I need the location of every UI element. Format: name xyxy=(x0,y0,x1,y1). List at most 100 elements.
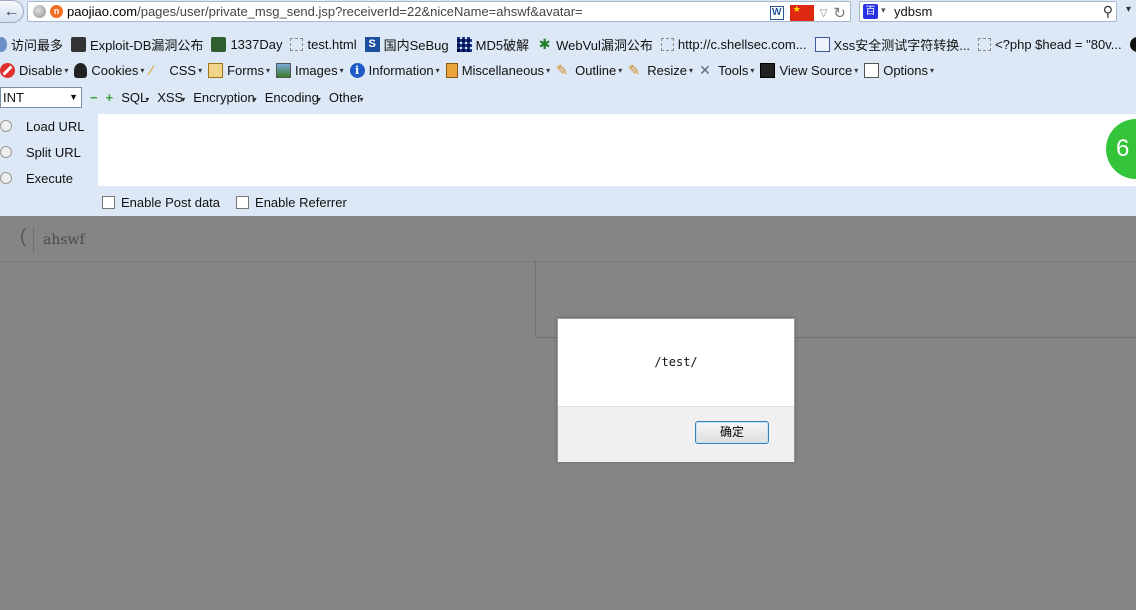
wd-forms-menu[interactable]: Forms ▾ xyxy=(208,62,270,78)
site-favicon-icon: n xyxy=(50,5,63,18)
wd-cookies-menu[interactable]: Cookies ▾ xyxy=(74,62,145,78)
alert-message: /test/ xyxy=(654,355,698,369)
hackbar-encryption-menu[interactable]: Encryption▾ xyxy=(193,90,256,105)
browser-chrome: ← n paojiao.com/pages/user/private_msg_s… xyxy=(0,0,1136,216)
checkbox-box[interactable] xyxy=(102,195,115,209)
search-input[interactable]: ydbsm xyxy=(894,4,932,19)
bookmarks-toolbar: 访问最多 Exploit-DB漏洞公布 1337Day test.html S国… xyxy=(0,31,1136,57)
execute-button[interactable]: Execute xyxy=(0,166,98,190)
enable-referrer-checkbox[interactable]: Enable Referrer xyxy=(236,195,347,210)
decrease-icon[interactable]: − xyxy=(90,90,98,105)
hackbar-options: Enable Post data Enable Referrer xyxy=(0,188,1136,216)
url-dropdown-icon[interactable]: ▽ xyxy=(820,8,828,19)
hackbar-sql-menu[interactable]: SQL▾ xyxy=(121,90,149,105)
bookmark-label: <?php $head = "80v... xyxy=(995,36,1122,52)
url-field[interactable]: n paojiao.com/pages/user/private_msg_sen… xyxy=(27,1,851,22)
chevron-down-icon: ▾ xyxy=(854,65,859,75)
chevron-down-icon: ▾ xyxy=(252,94,257,104)
wd-css-menu[interactable]: ⁄ CSS ▾ xyxy=(150,61,202,78)
hackbar-panel: Load URL Split URL Execute 6 xyxy=(0,114,1136,186)
wd-tools-menu[interactable]: ✕ Tools ▾ xyxy=(699,61,755,78)
bookmark-label: 1337Day xyxy=(230,36,283,52)
url-text[interactable]: paojiao.com/pages/user/private_msg_send.… xyxy=(67,4,583,19)
ok-button[interactable]: 确定 xyxy=(695,421,769,444)
forms-clipboard-icon xyxy=(208,62,224,78)
back-arrow-icon: ← xyxy=(3,2,20,20)
country-flag-icon[interactable] xyxy=(789,4,814,21)
enable-post-checkbox[interactable]: Enable Post data xyxy=(102,195,220,210)
wd-information-menu[interactable]: i Information ▾ xyxy=(349,62,440,78)
chevron-down-icon: ▾ xyxy=(140,65,145,75)
menu-label: Encryption xyxy=(193,89,255,105)
toolbar-overflow-icon[interactable]: ▾ xyxy=(1126,4,1131,15)
reload-icon[interactable]: ↻ xyxy=(833,4,846,22)
menu-label: Cookies xyxy=(91,62,139,78)
disable-icon xyxy=(0,62,15,78)
chevron-down-icon: ▾ xyxy=(316,94,321,104)
hackbar-encoding-menu[interactable]: Encoding▾ xyxy=(265,90,321,105)
wd-options-menu[interactable]: Options ▾ xyxy=(864,62,935,78)
hackbar-other-menu[interactable]: Other▾ xyxy=(329,90,364,105)
addon-w-icon[interactable]: W xyxy=(769,6,784,20)
menu-label: Tools xyxy=(718,62,749,78)
chevron-down-icon: ▾ xyxy=(339,65,344,75)
checkbox-label: Enable Referrer xyxy=(255,194,347,210)
menu-label: View Source xyxy=(779,62,853,78)
misc-book-icon xyxy=(445,62,458,78)
search-field[interactable]: 百 ▾ ydbsm ⚲ xyxy=(859,1,1117,22)
menu-label: Other xyxy=(328,89,362,105)
css-wand-icon: ⁄ xyxy=(150,61,153,78)
bookmark-label: test.html xyxy=(307,36,357,52)
bookmark-label: WebVul漏洞公布 xyxy=(556,37,653,53)
load-url-icon xyxy=(0,120,12,132)
bookmark-xss-converter[interactable]: Xss安全测试字符转换... xyxy=(814,35,970,54)
bookmark-most-visited[interactable]: 访问最多 xyxy=(0,35,63,54)
bookmark-md5[interactable]: MD5破解 xyxy=(456,35,529,54)
chevron-down-icon: ▾ xyxy=(618,65,623,75)
menu-label: Information xyxy=(368,62,434,78)
chevron-down-icon: ▾ xyxy=(930,65,935,75)
green-badge[interactable]: 6 xyxy=(1106,119,1136,179)
hackbar-xss-menu[interactable]: XSS▾ xyxy=(157,90,185,105)
bug-icon: ✱ xyxy=(538,35,551,52)
checkbox-box[interactable] xyxy=(236,195,250,209)
bookmark-php-head[interactable]: <?php $head = "80v... xyxy=(978,37,1122,52)
split-url-button[interactable]: Split URL xyxy=(0,140,98,164)
chevron-down-icon: ▾ xyxy=(750,65,755,75)
menu-label: Encoding xyxy=(264,89,319,105)
search-icon[interactable]: ⚲ xyxy=(1103,3,1113,20)
wd-images-menu[interactable]: Images ▾ xyxy=(275,62,344,78)
bookmark-webvul[interactable]: ✱ WebVul漏洞公布 xyxy=(537,35,653,54)
button-label: Execute xyxy=(26,170,73,186)
web-developer-toolbar: Disable ▾ Cookies ▾ ⁄ CSS ▾ Forms ▾ Images ▾ i… xyxy=(0,57,1136,83)
increase-icon[interactable]: + xyxy=(106,90,114,105)
avatar-bracket: ( xyxy=(20,226,26,246)
hackbar-url-textarea[interactable]: 6 xyxy=(98,114,1136,186)
wd-disable-menu[interactable]: Disable ▾ xyxy=(0,62,68,78)
exploit-db-icon xyxy=(71,36,87,52)
load-url-button[interactable]: Load URL xyxy=(0,114,98,138)
back-button[interactable]: ← xyxy=(0,0,24,23)
bookmark-shellsec[interactable]: http://c.shellsec.com... xyxy=(660,37,807,52)
bookmark-test-html[interactable]: test.html xyxy=(290,36,357,52)
wd-miscellaneous-menu[interactable]: Miscellaneous ▾ xyxy=(445,62,550,78)
hackbar-type-select[interactable]: INT ▼ xyxy=(0,86,82,108)
bookmark-1337day[interactable]: 1337Day xyxy=(211,36,283,52)
wd-resize-menu[interactable]: ✎ Resize ▾ xyxy=(628,62,693,78)
options-icon xyxy=(864,62,880,78)
wd-outline-menu[interactable]: ✎ Outline ▾ xyxy=(556,62,623,78)
bookmark-sebug[interactable]: S 国内SeBug xyxy=(364,35,449,54)
site-identity-icon[interactable] xyxy=(33,5,46,18)
search-engine-icon[interactable]: 百 xyxy=(863,4,878,19)
bookmark-label: Exploit-DB漏洞公布 xyxy=(90,37,204,53)
url-right-icons: W ▽ ↻ xyxy=(769,4,846,22)
hackbar-actions: Load URL Split URL Execute xyxy=(0,114,98,186)
search-engine-dropdown-icon[interactable]: ▾ xyxy=(881,5,886,16)
wd-view-source-menu[interactable]: View Source ▾ xyxy=(760,62,859,78)
execute-icon xyxy=(0,172,12,184)
tools-wrench-icon: ✕ xyxy=(699,61,711,78)
hackbar-toolbar: INT ▼ − + SQL▾ XSS▾ Encryption▾ Encoding▾… xyxy=(0,84,1136,110)
images-icon xyxy=(275,62,291,78)
bookmark-overflow[interactable] xyxy=(1129,36,1136,52)
bookmark-exploit-db[interactable]: Exploit-DB漏洞公布 xyxy=(71,35,203,54)
